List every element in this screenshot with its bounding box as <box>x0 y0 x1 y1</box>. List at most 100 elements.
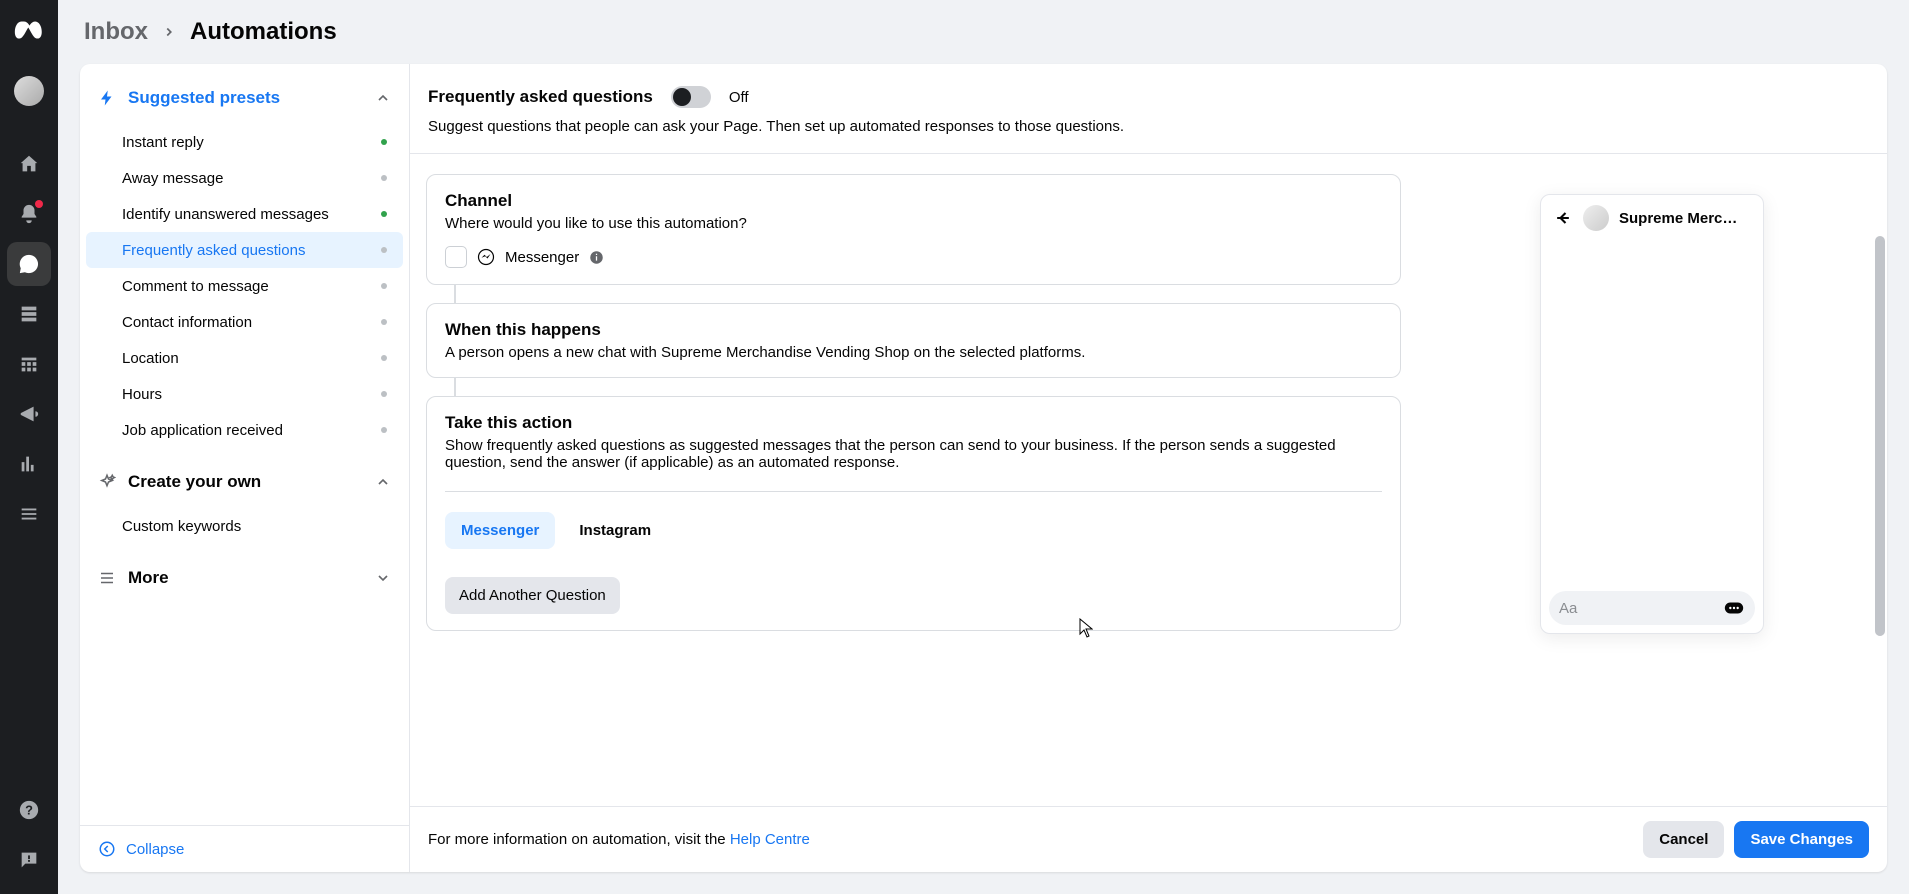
automations-card: Suggested presets Instant reply Away mes… <box>80 64 1887 872</box>
status-dot <box>381 139 387 145</box>
preset-label: Identify unanswered messages <box>122 206 329 223</box>
action-subtitle: Show frequently asked questions as sugge… <box>445 437 1382 471</box>
notifications-icon[interactable] <box>7 192 51 236</box>
page-title: Frequently asked questions <box>428 87 653 107</box>
preview-input[interactable]: Aa <box>1549 591 1755 625</box>
footer-info: For more information on automation, visi… <box>428 831 810 848</box>
main-area: Inbox Automations Suggested presets Inst… <box>58 0 1909 894</box>
messenger-checkbox[interactable] <box>445 246 467 268</box>
inbox-icon[interactable] <box>7 242 51 286</box>
home-icon[interactable] <box>7 142 51 186</box>
channel-panel: Channel Where would you like to use this… <box>426 174 1401 285</box>
meta-logo[interactable] <box>10 12 48 50</box>
create-your-own-label: Create your own <box>128 472 261 492</box>
collapse-icon <box>98 840 116 858</box>
preset-label: Away message <box>122 170 223 187</box>
preset-job-application[interactable]: Job application received <box>86 412 403 448</box>
toggle-state: Off <box>729 89 749 106</box>
chevron-down-icon <box>375 570 391 586</box>
typing-icon <box>1723 597 1745 619</box>
status-dot <box>381 283 387 289</box>
status-dot <box>381 319 387 325</box>
account-avatar[interactable] <box>14 76 44 106</box>
sparkle-icon <box>98 473 116 491</box>
status-dot <box>381 391 387 397</box>
breadcrumb-inbox[interactable]: Inbox <box>84 18 148 46</box>
action-panel: Take this action Show frequently asked q… <box>426 396 1401 631</box>
suggested-presets-label: Suggested presets <box>128 88 280 108</box>
chevron-right-icon <box>162 25 176 39</box>
preview-page-name: Supreme Merc… <box>1619 210 1751 227</box>
content-header: Frequently asked questions Off Suggest q… <box>410 64 1887 154</box>
more-label: More <box>128 568 169 588</box>
preset-label: Job application received <box>122 422 283 439</box>
preset-custom-keywords[interactable]: Custom keywords <box>86 508 403 544</box>
platform-tabs: Messenger Instagram <box>445 512 1382 549</box>
svg-text:?: ? <box>25 803 33 818</box>
breadcrumb: Inbox Automations <box>58 0 1909 64</box>
ads-icon[interactable] <box>7 392 51 436</box>
preset-contact-info[interactable]: Contact information <box>86 304 403 340</box>
menu-icon[interactable] <box>7 492 51 536</box>
preset-hours[interactable]: Hours <box>86 376 403 412</box>
footer-bar: For more information on automation, visi… <box>410 806 1887 872</box>
scrollbar[interactable] <box>1875 236 1885 636</box>
suggested-presets-header[interactable]: Suggested presets <box>80 64 409 124</box>
calendar-icon[interactable] <box>7 342 51 386</box>
add-question-button[interactable]: Add Another Question <box>445 577 620 614</box>
collapse-label: Collapse <box>126 841 184 858</box>
help-centre-link[interactable]: Help Centre <box>730 831 810 848</box>
when-subtitle: A person opens a new chat with Supreme M… <box>445 344 1382 361</box>
bolt-icon <box>98 89 116 107</box>
preview-body <box>1541 241 1763 583</box>
preset-label: Frequently asked questions <box>122 242 305 259</box>
create-your-own-header[interactable]: Create your own <box>80 448 409 508</box>
action-title: Take this action <box>445 413 1382 433</box>
breadcrumb-automations: Automations <box>190 18 337 46</box>
more-header[interactable]: More <box>80 544 409 604</box>
preset-instant-reply[interactable]: Instant reply <box>86 124 403 160</box>
channel-title: Channel <box>445 191 1382 211</box>
preset-comment-to-message[interactable]: Comment to message <box>86 268 403 304</box>
messenger-label: Messenger <box>505 249 579 266</box>
preset-identify-unanswered[interactable]: Identify unanswered messages <box>86 196 403 232</box>
presets-sidebar: Suggested presets Instant reply Away mes… <box>80 64 410 872</box>
messenger-icon <box>477 248 495 266</box>
preset-label: Location <box>122 350 179 367</box>
preset-label: Comment to message <box>122 278 269 295</box>
global-nav-rail: ? <box>0 0 58 894</box>
preview-avatar <box>1583 205 1609 231</box>
chat-preview: Supreme Merc… Aa <box>1540 194 1764 634</box>
feedback-icon[interactable] <box>7 838 51 882</box>
preset-label: Custom keywords <box>122 518 241 535</box>
when-panel: When this happens A person opens a new c… <box>426 303 1401 378</box>
preview-column: Supreme Merc… Aa <box>1417 154 1887 806</box>
when-title: When this happens <box>445 320 1382 340</box>
enable-toggle[interactable] <box>671 86 711 108</box>
insights-icon[interactable] <box>7 442 51 486</box>
cancel-button[interactable]: Cancel <box>1643 821 1724 858</box>
posts-icon[interactable] <box>7 292 51 336</box>
preview-placeholder: Aa <box>1559 600 1577 617</box>
preset-away-message[interactable]: Away message <box>86 160 403 196</box>
status-dot <box>381 247 387 253</box>
page-description: Suggest questions that people can ask yo… <box>428 118 1869 135</box>
collapse-button[interactable]: Collapse <box>80 825 409 872</box>
preset-label: Contact information <box>122 314 252 331</box>
config-column: Channel Where would you like to use this… <box>410 154 1417 806</box>
preset-faq[interactable]: Frequently asked questions <box>86 232 403 268</box>
status-dot <box>381 355 387 361</box>
info-icon[interactable] <box>589 250 604 265</box>
preset-label: Instant reply <box>122 134 204 151</box>
channel-subtitle: Where would you like to use this automat… <box>445 215 1382 232</box>
tab-instagram[interactable]: Instagram <box>563 512 667 549</box>
status-dot <box>381 211 387 217</box>
tab-messenger[interactable]: Messenger <box>445 512 555 549</box>
content-area: Frequently asked questions Off Suggest q… <box>410 64 1887 872</box>
help-icon[interactable]: ? <box>7 788 51 832</box>
save-button[interactable]: Save Changes <box>1734 821 1869 858</box>
back-icon[interactable] <box>1553 208 1573 228</box>
list-icon <box>98 569 116 587</box>
chevron-up-icon <box>375 90 391 106</box>
preset-location[interactable]: Location <box>86 340 403 376</box>
